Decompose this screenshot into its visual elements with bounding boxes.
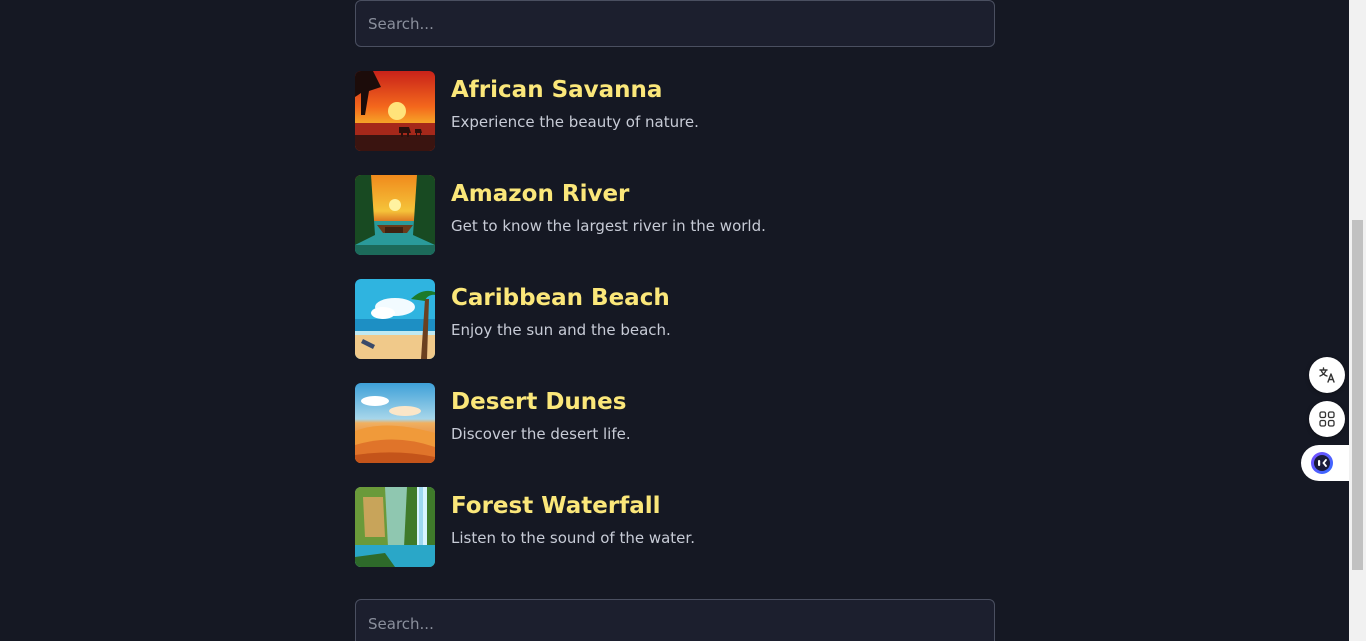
list-item-text: Caribbean Beach Enjoy the sun and the be… (451, 279, 671, 340)
amazon-river-image (355, 175, 435, 255)
forest-waterfall-image (355, 487, 435, 567)
search-input-top[interactable] (355, 0, 995, 47)
scrollbar-thumb[interactable] (1352, 220, 1363, 570)
destination-description: Get to know the largest river in the wor… (451, 217, 766, 235)
destination-title: Caribbean Beach (451, 285, 670, 311)
destination-description: Enjoy the sun and the beach. (451, 321, 671, 339)
destination-list: African Savanna Experience the beauty of… (355, 71, 995, 591)
page: African Savanna Experience the beauty of… (0, 0, 1366, 641)
destination-description: Experience the beauty of nature. (451, 113, 699, 131)
caribbean-beach-image (355, 279, 435, 359)
list-item[interactable]: Amazon River Get to know the largest riv… (355, 175, 995, 255)
translate-button[interactable] (1309, 357, 1345, 393)
list-item-text: African Savanna Experience the beauty of… (451, 71, 699, 132)
destination-title: African Savanna (451, 77, 663, 103)
translate-icon (1319, 367, 1335, 383)
list-item[interactable]: African Savanna Experience the beauty of… (355, 71, 995, 151)
destination-description: Discover the desert life. (451, 425, 631, 443)
destination-title: Forest Waterfall (451, 493, 661, 519)
desert-dunes-image (355, 383, 435, 463)
assistant-icon (1311, 452, 1333, 474)
destination-title: Desert Dunes (451, 389, 627, 415)
list-item-text: Desert Dunes Discover the desert life. (451, 383, 631, 444)
savanna-sunset-image (355, 71, 435, 151)
destination-description: Listen to the sound of the water. (451, 529, 695, 547)
apps-button[interactable] (1309, 401, 1345, 437)
list-item[interactable]: Caribbean Beach Enjoy the sun and the be… (355, 279, 995, 359)
page-scrollbar[interactable] (1349, 0, 1366, 641)
destination-title: Amazon River (451, 181, 630, 207)
assistant-button[interactable] (1301, 445, 1349, 481)
search-input-bottom[interactable] (355, 599, 995, 641)
list-item-text: Forest Waterfall Listen to the sound of … (451, 487, 695, 548)
main-content: African Savanna Experience the beauty of… (355, 0, 995, 641)
list-item-text: Amazon River Get to know the largest riv… (451, 175, 766, 236)
list-item[interactable]: Desert Dunes Discover the desert life. (355, 383, 995, 463)
apps-grid-icon (1319, 411, 1335, 427)
list-item[interactable]: Forest Waterfall Listen to the sound of … (355, 487, 995, 567)
